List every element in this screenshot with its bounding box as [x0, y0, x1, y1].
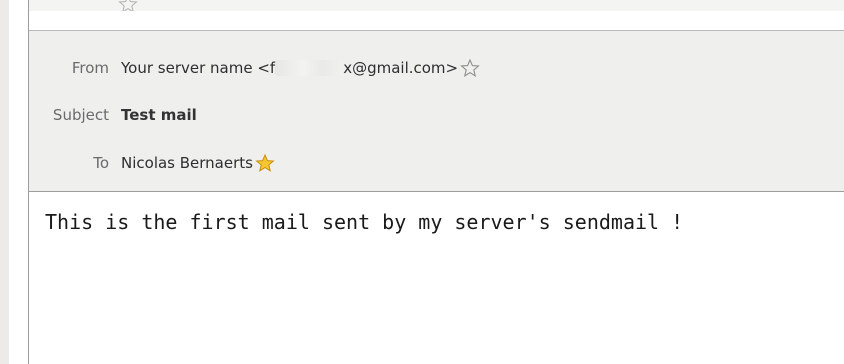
message-header-pane: From Your server name <f x@gmail.com> Su… — [29, 30, 844, 192]
spacer — [29, 11, 844, 30]
star-filled-icon[interactable] — [255, 153, 275, 173]
from-address[interactable]: Your server name <f x@gmail.com> — [121, 58, 480, 78]
to-address[interactable]: Nicolas Bernaerts — [121, 153, 275, 173]
window-edge — [0, 0, 9, 364]
subject-value: Test mail — [121, 106, 197, 124]
star-outline-icon[interactable] — [460, 58, 480, 78]
to-name: Nicolas Bernaerts — [121, 154, 253, 172]
previous-row-fragment — [29, 0, 844, 13]
from-domain: x@gmail.com> — [343, 59, 459, 77]
redacted-text — [275, 60, 344, 76]
subject-label: Subject — [52, 106, 109, 124]
from-name: Your server name <f — [121, 59, 276, 77]
message-body-pane[interactable]: This is the first mail sent by my server… — [29, 192, 844, 364]
from-label: From — [71, 59, 109, 77]
subject-row: Subject Test mail — [29, 104, 197, 126]
to-row: To Nicolas Bernaerts — [29, 152, 275, 174]
to-label: To — [93, 154, 109, 172]
message-body-text: This is the first mail sent by my server… — [45, 210, 684, 234]
from-row: From Your server name <f x@gmail.com> — [29, 57, 480, 79]
mail-viewer: From Your server name <f x@gmail.com> Su… — [0, 0, 844, 364]
